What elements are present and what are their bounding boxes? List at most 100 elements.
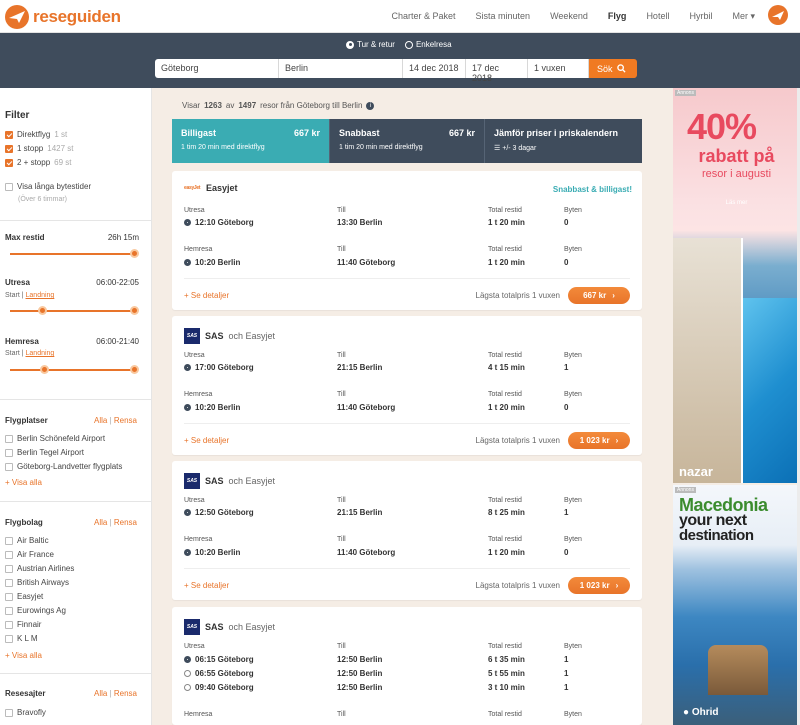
- filter-airline-airfrance[interactable]: Air France: [5, 550, 54, 559]
- airlines-show-all[interactable]: + Visa alla: [5, 651, 42, 660]
- checkbox-icon: [5, 606, 13, 615]
- depart-date-input[interactable]: 14 dec 2018: [403, 59, 466, 78]
- airlines-links: Alla | Rensa: [93, 518, 137, 527]
- filter-airline-eurowings[interactable]: Eurowings Ag: [5, 606, 66, 615]
- tab-fastest[interactable]: Snabbast 667 kr 1 tim 20 min med direktf…: [330, 119, 485, 163]
- checkbox-checked-icon: [5, 158, 13, 167]
- nav-flyg[interactable]: Flyg: [608, 11, 627, 22]
- price-button[interactable]: 1 023 kr ›: [568, 577, 630, 594]
- radio-one-way[interactable]: Enkelresa: [404, 40, 452, 49]
- church-image: [708, 645, 768, 695]
- result-count: Visar 1263 av 1497 resor från Göteborg t…: [182, 101, 375, 110]
- return-mode: Start | Landning: [5, 350, 55, 357]
- flight-card[interactable]: SAS SAS och Easyjet Utresa Till Total re…: [172, 316, 642, 455]
- airports-show-all[interactable]: + Visa alla: [5, 478, 42, 487]
- nav-weekend[interactable]: Weekend: [550, 11, 588, 22]
- flight-card[interactable]: SAS SAS och Easyjet Utresa Till Total re…: [172, 461, 642, 600]
- filter-airline-airbaltic[interactable]: Air Baltic: [5, 536, 49, 545]
- radio-selected-icon: [184, 219, 191, 226]
- chevron-right-icon: ›: [612, 291, 615, 300]
- filter-title: Filter: [5, 110, 30, 121]
- filter-airline-easyjet[interactable]: Easyjet: [5, 592, 43, 601]
- outbound-option[interactable]: 09:40 Göteborg: [184, 683, 254, 692]
- divider: [0, 673, 152, 674]
- reseguiden-logo[interactable]: reseguiden: [5, 5, 121, 29]
- filter-airline-austrian[interactable]: Austrian Airlines: [5, 564, 74, 573]
- return-departure[interactable]: 10:20 Berlin: [184, 258, 240, 267]
- filter-airport-sxf[interactable]: Berlin Schönefeld Airport: [5, 434, 105, 443]
- nazar-ad-banner[interactable]: Annons 40% rabatt på resor i augusti Läs…: [673, 88, 800, 483]
- checkbox-checked-icon: [5, 130, 13, 139]
- filter-airport-got[interactable]: Göteborg-Landvetter flygplats: [5, 462, 122, 471]
- info-icon[interactable]: i: [366, 101, 375, 110]
- lowest-price-label: Lägsta totalpris 1 vuxen: [475, 436, 561, 445]
- return-date-input[interactable]: 17 dec 2018: [466, 59, 528, 83]
- return-slider-end-handle[interactable]: [130, 365, 139, 374]
- outbound-option[interactable]: 06:15 Göteborg: [184, 655, 254, 664]
- return-slider-start-handle[interactable]: [40, 365, 49, 374]
- outbound-option[interactable]: 06:55 Göteborg: [184, 669, 254, 678]
- radio-round-trip[interactable]: Tur & retur: [346, 40, 395, 49]
- radio-selected-icon: [184, 656, 191, 663]
- filter-airline-finnair[interactable]: Finnair: [5, 620, 41, 629]
- tab-price-calendar[interactable]: Jämför priser i priskalendern ☰ +/- 3 da…: [485, 119, 642, 163]
- tab-cheapest[interactable]: Billigast 667 kr 1 tim 20 min med direkt…: [172, 119, 330, 163]
- radio-selected-icon: [184, 549, 191, 556]
- lowest-price-label: Lägsta totalpris 1 vuxen: [475, 581, 561, 590]
- see-details-link[interactable]: + Se detaljer: [184, 291, 229, 300]
- checkbox-icon: [5, 634, 13, 643]
- nav-charter[interactable]: Charter & Paket: [392, 11, 456, 22]
- see-details-link[interactable]: + Se detaljer: [184, 436, 229, 445]
- nazar-logo: nazar: [679, 464, 713, 479]
- filter-two-plus-stops[interactable]: 2 + stopp 69 st: [5, 158, 71, 167]
- return-slider-track: [10, 369, 138, 371]
- max-time-label: Max restid: [5, 233, 45, 242]
- filter-airport-txl[interactable]: Berlin Tegel Airport: [5, 448, 84, 457]
- outbound-departure[interactable]: 12:10 Göteborg: [184, 218, 254, 227]
- outbound-departure[interactable]: 12:50 Göteborg: [184, 508, 254, 517]
- filter-one-stop[interactable]: 1 stopp 1427 st: [5, 144, 74, 153]
- nav-hyrbil[interactable]: Hyrbil: [689, 11, 712, 22]
- from-input[interactable]: Göteborg: [155, 59, 279, 78]
- nav-mer[interactable]: Mer ▾: [732, 11, 755, 22]
- checkbox-icon: [5, 448, 13, 457]
- outbound-slider-end-handle[interactable]: [130, 306, 139, 315]
- price-button[interactable]: 667 kr ›: [568, 287, 630, 304]
- passengers-select[interactable]: 1 vuxen: [528, 59, 589, 78]
- to-input[interactable]: Berlin: [279, 59, 403, 78]
- flight-card[interactable]: easyJet Easyjet Snabbast & billigast! Ut…: [172, 171, 642, 310]
- checkbox-icon: [5, 462, 13, 471]
- ads-column: Annons 40% rabatt på resor i augusti Läs…: [673, 88, 800, 725]
- nav-sista-minuten[interactable]: Sista minuten: [476, 11, 531, 22]
- radio-selected-icon: [184, 364, 191, 371]
- nav-hotell[interactable]: Hotell: [646, 11, 669, 22]
- max-time-slider-handle[interactable]: [130, 249, 139, 258]
- return-departure[interactable]: 10:20 Berlin: [184, 403, 240, 412]
- price-button[interactable]: 1 023 kr ›: [568, 432, 630, 449]
- divider: [0, 220, 152, 221]
- macedonia-ad-banner[interactable]: Annons Macedonia your next destination ●…: [673, 485, 800, 725]
- sas-logo: SAS: [184, 473, 200, 489]
- filter-site-bravofly[interactable]: Bravofly: [5, 708, 46, 717]
- return-departure[interactable]: 10:20 Berlin: [184, 548, 240, 557]
- filter-airline-british[interactable]: British Airways: [5, 578, 69, 587]
- divider: [0, 399, 152, 400]
- search-bar: Tur & retur Enkelresa Göteborg Berlin 14…: [0, 33, 800, 88]
- best-badge: Snabbast & billigast!: [552, 185, 632, 194]
- filter-airline-klm[interactable]: K L M: [5, 634, 38, 643]
- user-avatar-icon[interactable]: [768, 5, 788, 25]
- radio-unselected-icon: [184, 684, 191, 691]
- filter-sidebar: Filter Direktflyg 1 st 1 stopp 1427 st 2 +…: [0, 88, 152, 725]
- trip-type-selector: Tur & retur Enkelresa: [346, 40, 452, 49]
- sas-logo: SAS: [184, 619, 200, 635]
- filter-long-layover[interactable]: Visa långa bytestider: [5, 182, 91, 191]
- checkbox-icon: [5, 592, 13, 601]
- airports-label: Flygplatser: [5, 416, 48, 425]
- filter-direct[interactable]: Direktflyg 1 st: [5, 130, 67, 139]
- outbound-departure[interactable]: 17:00 Göteborg: [184, 363, 254, 372]
- outbound-slider-start-handle[interactable]: [38, 306, 47, 315]
- see-details-link[interactable]: + Se detaljer: [184, 581, 229, 590]
- search-button[interactable]: Sök: [589, 59, 637, 78]
- read-more-link[interactable]: Läs mer: [673, 200, 800, 206]
- flight-card[interactable]: SAS SAS och Easyjet Utresa Till Total re…: [172, 607, 642, 725]
